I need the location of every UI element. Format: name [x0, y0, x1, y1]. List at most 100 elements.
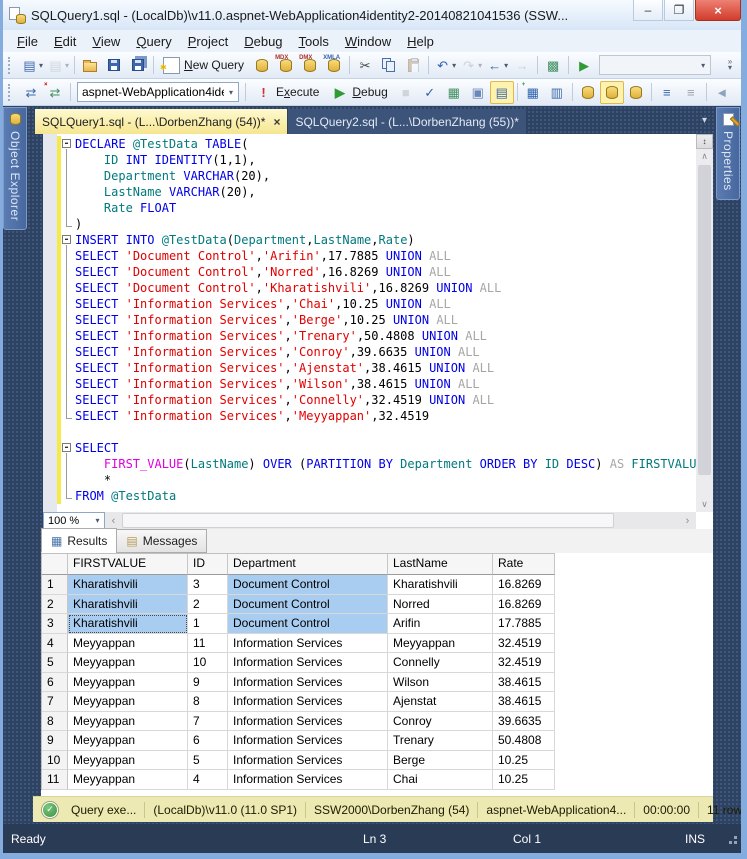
uncomment-lines-icon[interactable]: ≡ — [679, 81, 703, 104]
results-to-text-icon[interactable] — [576, 81, 600, 104]
data-cell[interactable]: Meyyappan — [68, 770, 188, 790]
select-all-cell[interactable] — [42, 554, 68, 575]
tab-list-dropdown-icon[interactable]: ▾ — [702, 115, 707, 126]
sidebar-item-object-explorer[interactable]: Object Explorer — [3, 107, 27, 230]
toolbar-grip[interactable] — [8, 84, 15, 101]
document-tab-2[interactable]: SQLQuery2.sql - (L...\DorbenZhang (55))* — [288, 109, 525, 134]
data-cell[interactable]: Kharatishvili — [388, 575, 493, 595]
new-query-button[interactable]: New Query — [157, 54, 250, 77]
dmx-query-icon[interactable]: DMX — [298, 54, 322, 77]
data-cell[interactable]: Meyyappan — [68, 731, 188, 751]
editor-vertical-scrollbar[interactable]: ↕ ∧ ∨ — [696, 134, 713, 512]
data-cell[interactable]: Connelly — [388, 653, 493, 673]
navigate-backward-icon[interactable]: ←▾ — [484, 54, 510, 77]
row-number-cell[interactable]: 5 — [42, 653, 68, 673]
document-tab-1[interactable]: SQLQuery1.sql - (L...\DorbenZhang (54))*… — [35, 109, 287, 134]
navigate-forward-icon[interactable]: → — [510, 54, 534, 77]
data-cell[interactable]: 10.25 — [493, 770, 555, 790]
copy-icon[interactable] — [377, 54, 401, 77]
data-cell[interactable]: Kharatishvili — [68, 575, 188, 595]
data-cell[interactable]: 38.4615 — [493, 692, 555, 712]
menu-query[interactable]: Query — [128, 32, 179, 51]
database-engine-query-icon[interactable] — [250, 54, 274, 77]
row-number-cell[interactable]: 6 — [42, 673, 68, 693]
data-cell[interactable]: 38.4615 — [493, 673, 555, 693]
data-cell[interactable]: Information Services — [228, 770, 388, 790]
sidebar-item-properties[interactable]: Properties — [716, 107, 740, 200]
toolbar-grip[interactable] — [8, 57, 15, 74]
data-cell[interactable]: Document Control — [228, 575, 388, 595]
mdx-query-icon[interactable]: MDX — [274, 54, 298, 77]
data-cell[interactable]: Arifin — [388, 614, 493, 634]
data-cell[interactable]: Information Services — [228, 673, 388, 693]
data-cell[interactable]: 16.8269 — [493, 595, 555, 615]
outline-collapse-icon[interactable] — [61, 136, 75, 152]
cut-icon[interactable]: ✂ — [353, 54, 377, 77]
data-cell[interactable]: Information Services — [228, 712, 388, 732]
data-cell[interactable]: Kharatishvili — [68, 595, 188, 615]
scroll-right-icon[interactable]: › — [679, 512, 696, 529]
data-cell[interactable]: 10.25 — [493, 751, 555, 771]
paste-icon[interactable] — [401, 54, 425, 77]
zoom-dropdown-icon[interactable]: ▾ — [91, 516, 104, 525]
zoom-selector[interactable]: 100 % ▾ — [43, 512, 105, 529]
save-icon[interactable] — [102, 54, 126, 77]
execute-button[interactable]: !Execute — [249, 81, 325, 104]
menu-file[interactable]: File — [9, 32, 46, 51]
data-cell[interactable]: 16.8269 — [493, 575, 555, 595]
results-to-file-icon[interactable] — [624, 81, 648, 104]
row-number-cell[interactable]: 10 — [42, 751, 68, 771]
open-file-icon[interactable] — [78, 54, 102, 77]
data-cell[interactable]: Trenary — [388, 731, 493, 751]
data-cell[interactable]: 9 — [188, 673, 228, 693]
tuning-advisor-icon[interactable]: ▦ — [442, 81, 466, 104]
decrease-indent-icon[interactable]: ◄ — [710, 81, 734, 104]
debug-button[interactable]: ▶Debug — [325, 81, 393, 104]
tab-results[interactable]: ▦Results — [41, 528, 117, 553]
row-number-cell[interactable]: 9 — [42, 731, 68, 751]
vertical-scroll-thumb[interactable] — [698, 165, 711, 475]
split-window-handle[interactable]: ↕ — [696, 134, 713, 149]
data-cell[interactable]: 32.4519 — [493, 653, 555, 673]
menu-debug[interactable]: Debug — [236, 32, 290, 51]
change-connection-icon[interactable]: ⇄ — [19, 81, 43, 104]
data-cell[interactable]: Berge — [388, 751, 493, 771]
results-to-grid-icon[interactable] — [600, 81, 624, 104]
data-cell[interactable]: 7 — [188, 712, 228, 732]
data-cell[interactable]: Information Services — [228, 634, 388, 654]
data-cell[interactable]: 32.4519 — [493, 634, 555, 654]
row-number-cell[interactable]: 2 — [42, 595, 68, 615]
row-number-cell[interactable]: 8 — [42, 712, 68, 732]
data-cell[interactable]: 10 — [188, 653, 228, 673]
save-all-icon[interactable] — [126, 54, 150, 77]
tab-messages[interactable]: ▤Messages — [116, 529, 207, 553]
data-cell[interactable]: Norred — [388, 595, 493, 615]
xmla-query-icon[interactable]: XMLA — [322, 54, 346, 77]
resize-grip[interactable] — [725, 832, 739, 846]
include-actual-plan-icon[interactable]: ▦+ — [521, 81, 545, 104]
comment-lines-icon[interactable]: ≡ — [655, 81, 679, 104]
template-parameters-icon[interactable]: ▣ — [466, 81, 490, 104]
chevron-down-icon[interactable]: ▾ — [696, 61, 710, 70]
data-cell[interactable]: 39.6635 — [493, 712, 555, 732]
column-header-lastname[interactable]: LastName — [388, 554, 493, 575]
stop-icon[interactable]: ■ — [394, 81, 418, 104]
undo-icon[interactable]: ↶▾ — [432, 54, 458, 77]
increase-indent-icon[interactable]: ► — [734, 81, 747, 104]
data-cell[interactable]: Information Services — [228, 731, 388, 751]
data-cell[interactable]: 17.7885 — [493, 614, 555, 634]
data-cell[interactable]: 11 — [188, 634, 228, 654]
scroll-down-icon[interactable]: ∨ — [696, 497, 713, 512]
horizontal-scroll-thumb[interactable] — [122, 513, 614, 528]
data-cell[interactable]: 6 — [188, 731, 228, 751]
data-cell[interactable]: Meyyappan — [68, 692, 188, 712]
parse-icon[interactable]: ✓ — [418, 81, 442, 104]
menu-tools[interactable]: Tools — [291, 32, 337, 51]
data-cell[interactable]: Meyyappan — [68, 653, 188, 673]
data-cell[interactable]: Document Control — [228, 595, 388, 615]
process-combo[interactable]: ▾ — [599, 55, 711, 75]
column-header-department[interactable]: Department — [228, 554, 388, 575]
database-combo[interactable]: aspnet-WebApplication4ide▾ — [77, 82, 239, 102]
new-template-query-icon[interactable]: ▤▾ — [45, 54, 71, 77]
chevron-down-icon[interactable]: ▾ — [224, 88, 238, 97]
